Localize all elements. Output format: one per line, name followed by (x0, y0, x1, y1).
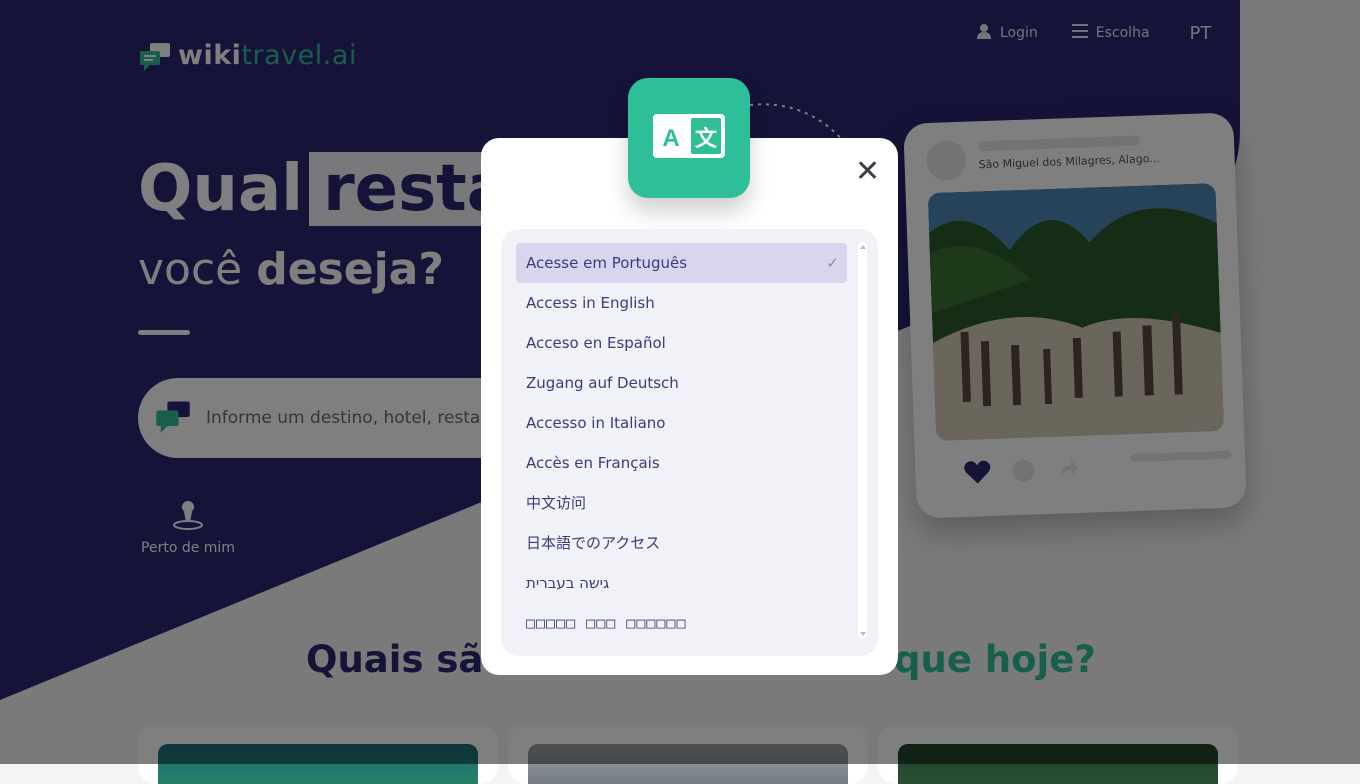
scroll-down-arrow-icon[interactable] (860, 632, 866, 636)
translate-icon: A 文 (653, 114, 725, 162)
language-option-fr[interactable]: Accès en Français (516, 443, 847, 483)
language-option-he[interactable]: גישה בעברית (516, 563, 847, 603)
language-option-pt[interactable]: Acesse em Português ✓ (516, 243, 847, 283)
language-option-label: 日本語でのアクセス (526, 534, 661, 552)
language-option-label: 中文访问 (526, 494, 587, 512)
language-option-label: Access in English (526, 294, 655, 312)
check-icon: ✓ (826, 254, 839, 272)
language-list-scrollbar[interactable] (858, 242, 867, 639)
scroll-up-arrow-icon[interactable] (860, 245, 866, 249)
language-option-label: Accès en Français (526, 454, 660, 472)
svg-text:文: 文 (695, 126, 718, 152)
language-list-panel: Acesse em Português ✓ Access in English … (501, 229, 878, 656)
language-option-label: גישה בעברית (526, 574, 610, 592)
close-icon[interactable]: ✕ (855, 157, 880, 187)
language-option-unknown[interactable]: □□□□□ □□□ □□□□□□ (516, 603, 847, 643)
language-option-label: Acceso en Español (526, 334, 666, 352)
language-option-label: Accesso in Italiano (526, 414, 666, 432)
language-list: Acesse em Português ✓ Access in English … (516, 243, 847, 643)
translate-badge: A 文 (628, 78, 750, 198)
language-option-it[interactable]: Accesso in Italiano (516, 403, 847, 443)
language-option-en[interactable]: Access in English (516, 283, 847, 323)
language-option-zh[interactable]: 中文访问 (516, 483, 847, 523)
language-option-label: □□□□□ □□□ □□□□□□ (526, 614, 687, 632)
language-option-de[interactable]: Zugang auf Deutsch (516, 363, 847, 403)
svg-text:A: A (662, 125, 679, 152)
language-option-es[interactable]: Acceso en Español (516, 323, 847, 363)
language-option-label: Acesse em Português (526, 254, 688, 272)
language-option-label: Zugang auf Deutsch (526, 374, 679, 392)
language-option-ja[interactable]: 日本語でのアクセス (516, 523, 847, 563)
